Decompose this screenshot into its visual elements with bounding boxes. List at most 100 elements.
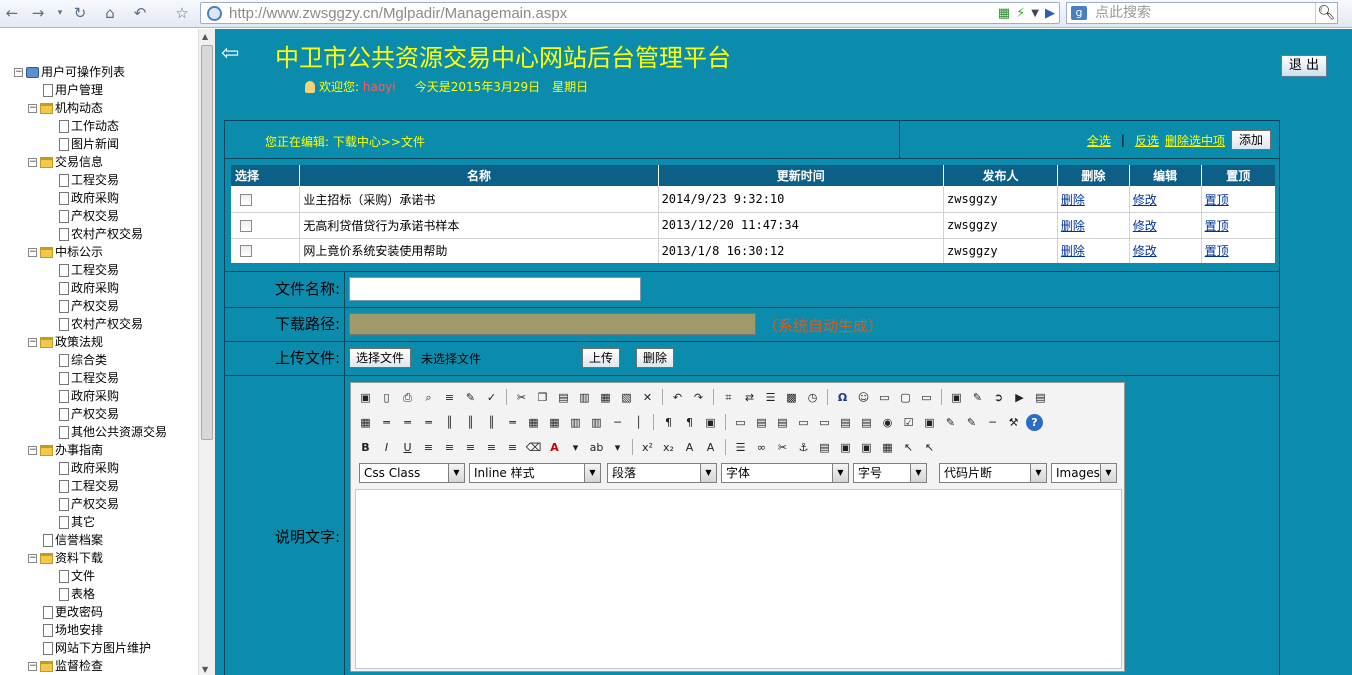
time-icon[interactable]: ◷ (804, 389, 821, 406)
split-h-icon[interactable]: ▥ (588, 414, 605, 431)
sidebar-item-label[interactable]: 政府采购 (71, 389, 119, 403)
sidebar-item[interactable]: 政府采购 (14, 279, 167, 297)
italic-icon[interactable]: I (378, 439, 395, 456)
sidebar-item[interactable]: 信誉档案 (14, 531, 167, 549)
cell-props-icon[interactable]: ▦ (546, 414, 563, 431)
sidebar-item[interactable]: 农村产权交易 (14, 225, 167, 243)
sidebar-item[interactable]: 网站下方图片维护 (14, 639, 167, 657)
block-icon[interactable]: ▣ (702, 414, 719, 431)
row-checkbox[interactable] (240, 245, 252, 258)
textbox-icon[interactable]: ▤ (753, 414, 770, 431)
go-icon[interactable]: ▶ (1045, 6, 1055, 21)
sidebar-item-label[interactable]: 表格 (71, 587, 95, 601)
font-smaller-icon[interactable]: A (702, 439, 719, 456)
sidebar-item-label[interactable]: 政策法规 (55, 335, 103, 349)
pdf-icon[interactable]: ▤ (1032, 389, 1049, 406)
forward-icon[interactable]: → (28, 3, 48, 23)
collapse-toggle[interactable]: − (28, 338, 37, 347)
chevron-down-icon[interactable]: ▾ (609, 439, 626, 456)
insert-col-after-icon[interactable]: ║ (462, 414, 479, 431)
sidebar-item[interactable]: 更改密码 (14, 603, 167, 621)
sidebar-scrollbar[interactable]: ▲ ▼ (198, 29, 215, 675)
sidebar-item-label[interactable]: 交易信息 (55, 155, 103, 169)
choose-file-button[interactable]: 选择文件 (349, 348, 412, 368)
sidebar-item[interactable]: − 政策法规 (14, 333, 167, 351)
sidebar-item-label[interactable]: 更改密码 (55, 605, 103, 619)
sidebar-item-label[interactable]: 办事指南 (55, 443, 103, 457)
sidebar-item-label[interactable]: 工程交易 (71, 173, 119, 187)
upload-button[interactable]: 上传 (582, 348, 621, 368)
checkbox-icon[interactable]: ☑ (900, 414, 917, 431)
code-snippet-select[interactable]: 代码片断 ▼ (939, 463, 1047, 483)
sidebar-item-label[interactable]: 综合类 (71, 353, 107, 367)
sidebar-item-label[interactable]: 信誉档案 (55, 533, 103, 547)
pen-icon[interactable]: ✎ (942, 414, 959, 431)
sidebar-item-label[interactable]: 政府采购 (71, 461, 119, 475)
sidebar-item-label[interactable]: 图片新闻 (71, 137, 119, 151)
sidebar-item[interactable]: 图片新闻 (14, 135, 167, 153)
check-icon[interactable]: ✓ (483, 389, 500, 406)
hr-icon[interactable]: ─ (984, 414, 1001, 431)
sidebar-item-label[interactable]: 机构动态 (55, 101, 103, 115)
pin-top-link[interactable]: 置顶 (1205, 219, 1229, 233)
chevron-down-icon[interactable]: ▼ (1100, 464, 1116, 482)
sidebar-item-label[interactable]: 工作动态 (71, 119, 119, 133)
ltr-icon[interactable]: ¶ (660, 414, 677, 431)
highlight-icon[interactable]: ▭ (876, 389, 893, 406)
copy-icon[interactable]: ❐ (534, 389, 551, 406)
sidebar-item-label[interactable]: 监督检查 (55, 659, 103, 673)
collapse-toggle[interactable]: − (14, 68, 23, 77)
split-icon[interactable]: ▥ (567, 414, 584, 431)
sidebar-item[interactable]: 政府采购 (14, 387, 167, 405)
chevron-down-icon[interactable]: ▼ (700, 464, 716, 482)
insert-col-icon[interactable]: ║ (441, 414, 458, 431)
sidebar-item-label[interactable]: 工程交易 (71, 263, 119, 277)
pin-top-link[interactable]: 置顶 (1205, 193, 1229, 207)
sidebar-item[interactable]: 工程交易 (14, 477, 167, 495)
sidebar-item[interactable]: 政府采购 (14, 459, 167, 477)
sidebar-item[interactable]: 场地安排 (14, 621, 167, 639)
sidebar-item[interactable]: 产权交易 (14, 495, 167, 513)
inline-style-select[interactable]: Inline 样式 ▼ (469, 463, 601, 483)
scroll-up-icon[interactable]: ▲ (202, 32, 208, 41)
delete-link[interactable]: 删除 (1061, 193, 1085, 207)
split-col-icon[interactable]: │ (630, 414, 647, 431)
bold-icon[interactable]: B (357, 439, 374, 456)
css-class-select[interactable]: Css Class ▼ (359, 463, 465, 483)
layer-icon[interactable]: ▣ (837, 439, 854, 456)
search-icon[interactable]: 🔍︎ (1315, 3, 1337, 23)
highlight-color-icon[interactable]: ab (588, 439, 605, 456)
split-v-icon[interactable]: ─ (609, 414, 626, 431)
redo-icon[interactable]: ↷ (690, 389, 707, 406)
refresh-icon[interactable]: ↻ (70, 3, 90, 23)
table-icon[interactable]: ▦ (357, 414, 374, 431)
qr-code-icon[interactable]: ▦ (998, 6, 1010, 21)
link-icon[interactable]: ∞ (753, 439, 770, 456)
sidebar-item-label[interactable]: 农村产权交易 (71, 227, 143, 241)
superscript-icon[interactable]: x² (639, 439, 656, 456)
format-painter-icon[interactable]: ✎ (462, 389, 479, 406)
cut-icon[interactable]: ✂ (513, 389, 530, 406)
sidebar-item-label[interactable]: 资料下载 (55, 551, 103, 565)
delete-selected-link[interactable]: 删除选中项 (1165, 132, 1225, 149)
tree-root[interactable]: − 用户可操作列表 (14, 63, 167, 81)
delete-row-icon[interactable]: ═ (420, 414, 437, 431)
radio-icon[interactable]: ◉ (879, 414, 896, 431)
sidebar-item-label[interactable]: 用户管理 (55, 83, 103, 97)
sidebar-item-label[interactable]: 产权交易 (71, 299, 119, 313)
edit-link[interactable]: 修改 (1133, 244, 1157, 258)
sidebar-item-label[interactable]: 文件 (71, 569, 95, 583)
preview-icon[interactable]: ⌕ (420, 389, 437, 406)
image-icon[interactable]: ▣ (948, 389, 965, 406)
editor-content-area[interactable] (355, 489, 1122, 669)
row-checkbox[interactable] (240, 219, 252, 232)
font-select[interactable]: 字体 ▼ (721, 463, 849, 483)
sidebar-item[interactable]: 其它 (14, 513, 167, 531)
edit-link[interactable]: 修改 (1133, 193, 1157, 207)
search-engine-icon[interactable]: g (1071, 6, 1087, 20)
flash-icon[interactable]: ➲ (990, 389, 1007, 406)
sidebar-item-label[interactable]: 场地安排 (55, 623, 103, 637)
add-button[interactable]: 添加 (1230, 130, 1271, 150)
chevron-down-icon[interactable]: ▼ (448, 464, 464, 482)
print-icon[interactable]: ⎙ (399, 389, 416, 406)
